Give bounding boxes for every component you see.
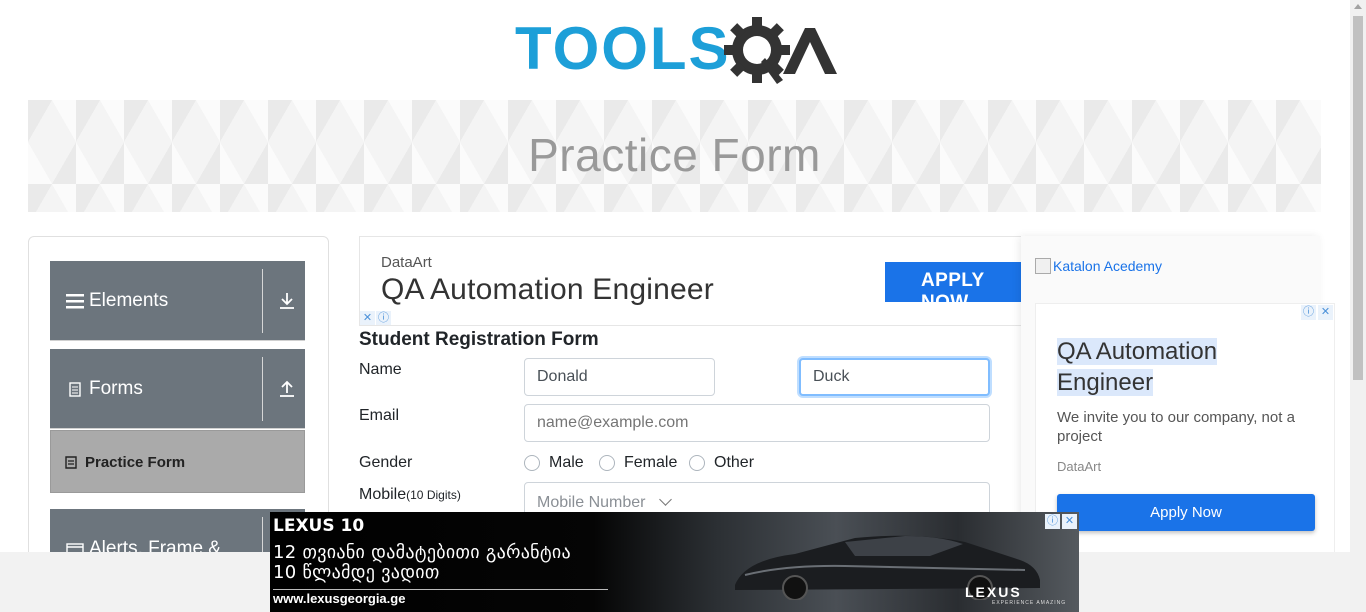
katalon-ad-link[interactable]: Katalon Acedemy: [1035, 258, 1162, 274]
ad-card[interactable]: ⓘ ✕ QA Automation Engineer We invite you…: [1035, 303, 1335, 563]
form-title: Student Registration Form: [359, 329, 599, 350]
ad-card-headline-text: QA Automation Engineer: [1057, 338, 1218, 396]
first-name-input[interactable]: [524, 358, 715, 396]
page-banner: Practice Form: [28, 100, 1321, 212]
divider: [262, 269, 263, 333]
close-icon[interactable]: ✕: [1062, 514, 1077, 529]
lexus-ad-line2: 10 წლამდე ვადით: [273, 562, 440, 583]
radio-circle[interactable]: [524, 455, 540, 471]
info-icon[interactable]: ⓘ: [1045, 514, 1060, 529]
ad-apply-button[interactable]: APPLY NOW: [885, 262, 1021, 313]
ad-card-brand: DataArt: [1057, 459, 1102, 474]
scrollbar-thumb[interactable]: [1353, 16, 1363, 380]
ad-headline[interactable]: QA Automation Engineer: [381, 273, 714, 307]
scroll-up-arrow-icon[interactable]: [1354, 4, 1362, 9]
main-content: DataArt QA Automation Engineer APPLY NOW…: [359, 236, 1021, 526]
gender-radio-female[interactable]: Female: [599, 454, 677, 472]
email-input[interactable]: [524, 404, 990, 442]
gender-label: Gender: [359, 454, 413, 471]
lexus-ad-title: LEXUS 10: [273, 516, 365, 536]
radio-label: Other: [714, 454, 755, 471]
info-icon[interactable]: ⓘ: [376, 311, 391, 325]
vertical-scrollbar[interactable]: [1350, 0, 1366, 612]
radio-circle[interactable]: [689, 455, 705, 471]
divider: [262, 357, 263, 421]
lexus-ad-url[interactable]: www.lexusgeorgia.ge: [273, 591, 405, 606]
lexus-logo: LEXUS: [965, 584, 1022, 600]
page-title: Practice Form: [528, 129, 821, 181]
upload-arrow-icon[interactable]: [278, 379, 296, 399]
radio-label: Female: [624, 454, 678, 471]
close-icon[interactable]: ✕: [360, 311, 375, 325]
ad-controls: ✕ ⓘ: [360, 311, 392, 325]
gender-radio-male[interactable]: Male: [524, 454, 584, 472]
katalon-link-text[interactable]: Katalon Acedemy: [1053, 258, 1162, 274]
sidebar-group-elements[interactable]: Elements: [50, 261, 305, 341]
form-icon: [65, 456, 77, 469]
gender-radio-other[interactable]: Other: [689, 454, 754, 472]
info-icon[interactable]: ⓘ: [1301, 305, 1316, 320]
toolsqa-logo[interactable]: TOOLS: [515, 14, 840, 94]
email-label: Email: [359, 407, 400, 424]
svg-text:TOOLS: TOOLS: [515, 15, 731, 82]
ad-controls: ⓘ ✕: [1045, 514, 1077, 529]
ad-card-description: We invite you to our company, not a proj…: [1057, 409, 1295, 445]
radio-label: Male: [549, 454, 584, 471]
right-advertisement: Katalon Acedemy ⓘ ✕ QA Automation Engine…: [1021, 236, 1335, 563]
sidebar-group-label: Forms: [89, 378, 143, 399]
last-name-input[interactable]: [799, 358, 990, 396]
lexus-tagline: EXPERIENCE AMAZING: [992, 600, 1067, 606]
ad-controls: ⓘ ✕: [1301, 305, 1333, 320]
sidebar-item-practice-form[interactable]: Practice Form: [50, 430, 305, 493]
sidebar-item-label: Practice Form: [85, 454, 186, 471]
sidebar-group-label: Elements: [89, 290, 169, 311]
ad-company: DataArt: [381, 254, 432, 271]
download-arrow-icon[interactable]: [278, 291, 296, 311]
sidebar-group-forms[interactable]: Forms: [50, 349, 305, 429]
radio-circle[interactable]: [599, 455, 615, 471]
top-advertisement[interactable]: DataArt QA Automation Engineer APPLY NOW…: [359, 236, 1021, 326]
mobile-label: Mobile(10 Digits): [359, 486, 461, 504]
ad-card-apply-button[interactable]: Apply Now: [1057, 494, 1315, 531]
bottom-advertisement[interactable]: LEXUS 10 12 თვიანი დამატებითი გარანტია 1…: [270, 512, 1079, 612]
name-label: Name: [359, 361, 402, 378]
lexus-ad-line1: 12 თვიანი დამატებითი გარანტია: [273, 542, 571, 563]
document-icon: [69, 382, 81, 397]
close-icon[interactable]: ✕: [1318, 305, 1333, 320]
broken-image-icon: [1035, 258, 1051, 274]
mobile-hint: (10 Digits): [406, 488, 461, 502]
mobile-label-text: Mobile: [359, 486, 407, 503]
hamburger-icon: [66, 294, 84, 309]
ad-card-headline[interactable]: QA Automation Engineer: [1057, 336, 1267, 398]
chevron-down-icon: [659, 493, 673, 506]
divider: [273, 589, 608, 590]
mobile-placeholder: Mobile Number: [537, 494, 646, 511]
header: TOOLS: [0, 0, 1350, 100]
